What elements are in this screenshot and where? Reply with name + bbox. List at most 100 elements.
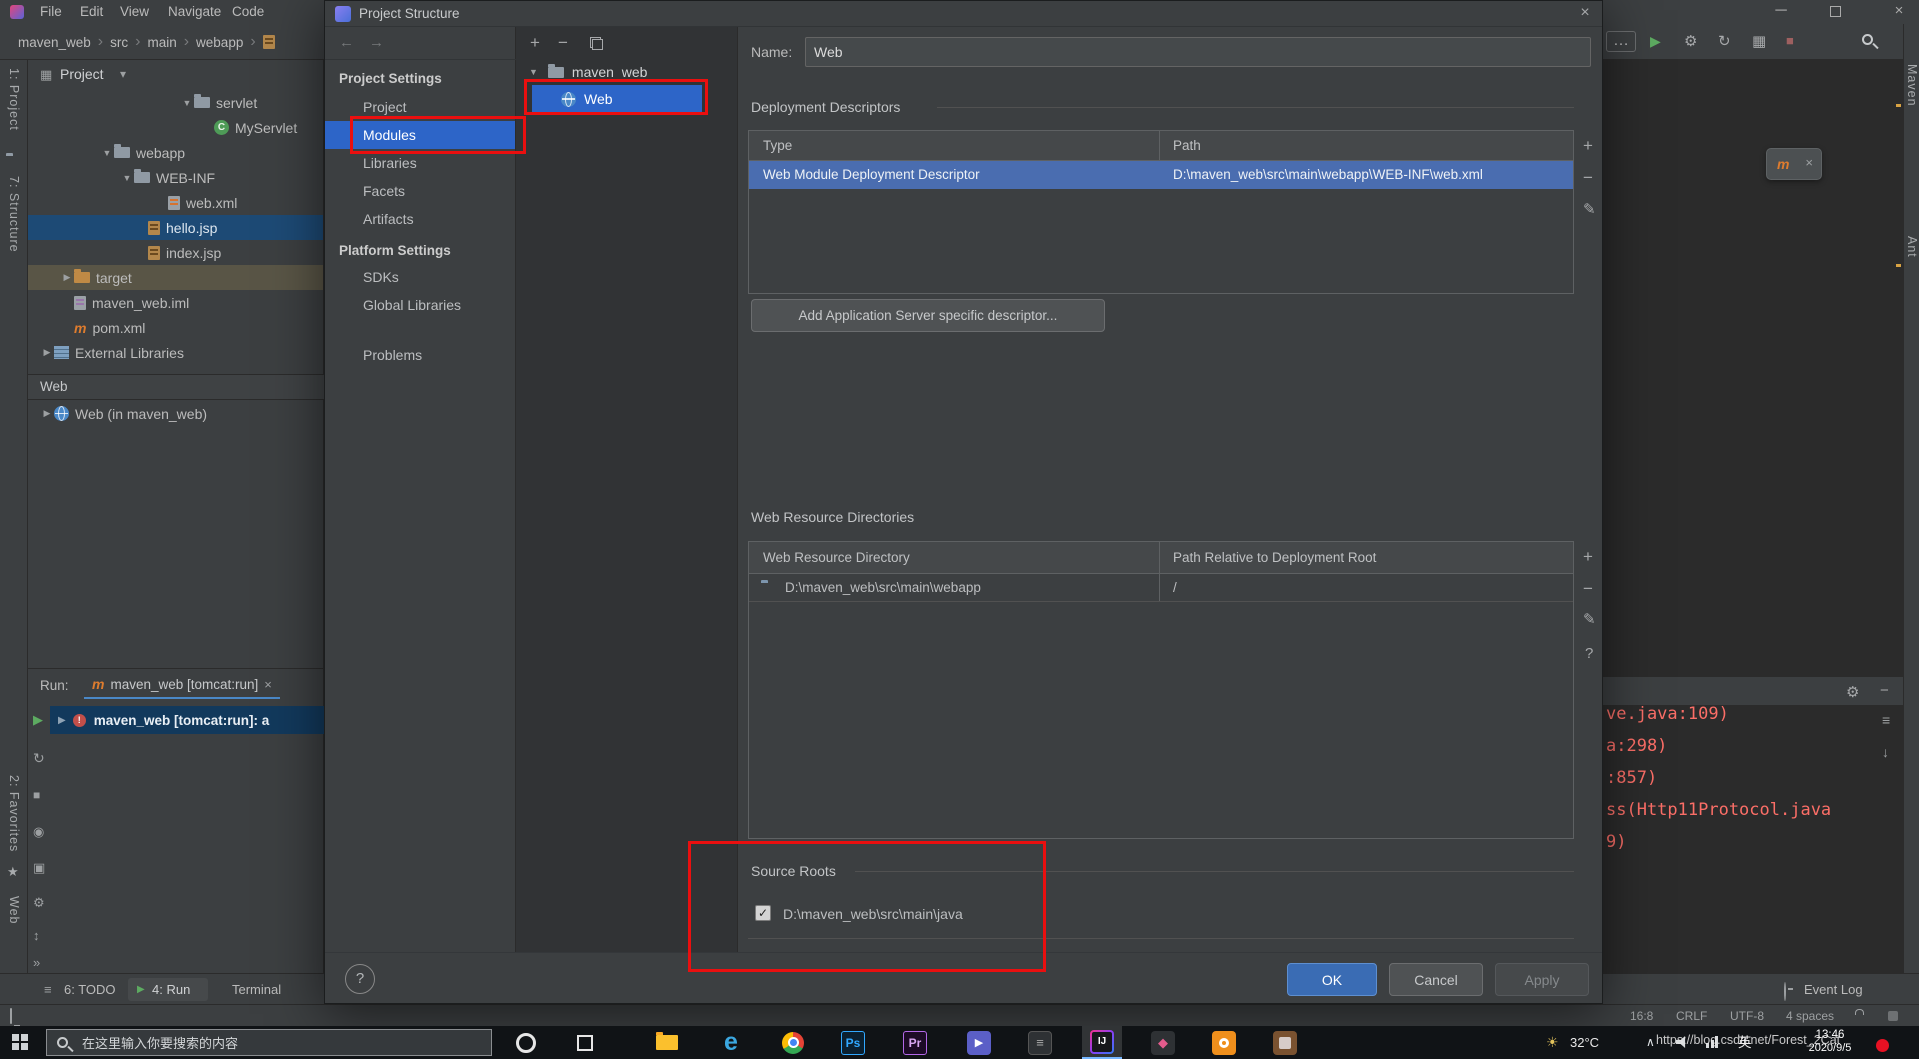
menu-edit[interactable]: Edit: [74, 0, 109, 24]
red-app-icon[interactable]: ◆: [1143, 1026, 1183, 1059]
add-app-server-descriptor-button[interactable]: Add Application Server specific descript…: [751, 299, 1105, 332]
menu-navigate[interactable]: Navigate: [162, 0, 227, 24]
taskbar-ring-app-icon[interactable]: [506, 1026, 546, 1059]
orange-app-icon[interactable]: [1204, 1026, 1244, 1059]
chevron-down-icon[interactable]: ▾: [120, 60, 126, 88]
apply-button-disabled[interactable]: Apply: [1495, 963, 1589, 996]
breadcrumb-item[interactable]: maven_web: [18, 35, 91, 50]
search-everywhere-icon[interactable]: [1862, 34, 1873, 45]
terminal-button[interactable]: Terminal: [232, 974, 281, 1005]
stop-icon[interactable]: ■: [33, 788, 40, 802]
sidebar-item-problems[interactable]: Problems: [325, 341, 515, 369]
stop-button[interactable]: ■: [1786, 33, 1794, 48]
more-icon[interactable]: »: [33, 955, 40, 970]
menu-code[interactable]: Code: [226, 0, 270, 24]
expander-icon[interactable]: ▼: [180, 98, 194, 108]
web-tree-row[interactable]: ▶ Web (in maven_web): [28, 401, 323, 426]
settings-icon[interactable]: ⚙: [33, 895, 45, 911]
debug-button[interactable]: ⚙: [1684, 32, 1697, 50]
premiere-icon[interactable]: Pr: [895, 1026, 935, 1059]
tray-chevron-up-icon[interactable]: ∧: [1646, 1026, 1655, 1059]
rerun-button[interactable]: ↻: [1718, 32, 1731, 50]
taskbar-search-input[interactable]: 在这里输入你要搜索的内容: [46, 1029, 492, 1056]
help-icon[interactable]: ?: [1585, 646, 1593, 661]
run-status-row[interactable]: ▶ ! maven_web [tomcat:run]: a: [50, 706, 324, 734]
expander-icon[interactable]: ▼: [120, 173, 134, 183]
maven-toolwindow-chip[interactable]: m ×: [1766, 148, 1822, 180]
forward-button[interactable]: →: [369, 27, 384, 59]
console-settings-icon[interactable]: ⚙: [1846, 683, 1859, 701]
window-minimize-button[interactable]: ─: [1764, 0, 1798, 24]
caret-position[interactable]: 16:8: [1630, 1005, 1653, 1027]
expander-icon[interactable]: ▶: [58, 715, 66, 726]
rerun-run-icon[interactable]: ▶: [33, 712, 43, 728]
coverage-button[interactable]: ▦: [1752, 32, 1766, 50]
stripe-project-button[interactable]: 1: Project: [7, 68, 21, 131]
eye-icon[interactable]: ◉: [33, 824, 44, 840]
media-player-icon[interactable]: ▶: [959, 1026, 999, 1059]
window-maximize-button[interactable]: [1830, 6, 1841, 17]
notification-badge[interactable]: [1876, 1039, 1889, 1052]
tree-row[interactable]: m pom.xml: [28, 315, 323, 340]
run-toolwindow-button[interactable]: 4: Run: [152, 974, 190, 1005]
todo-button[interactable]: 6: TODO: [64, 974, 116, 1005]
edit-descriptor-icon[interactable]: ✎: [1583, 202, 1596, 217]
column-header-relative-path[interactable]: Path Relative to Deployment Root: [1173, 542, 1376, 574]
stripe-maven-button[interactable]: Maven: [1905, 64, 1919, 107]
tree-row[interactable]: web.xml: [28, 190, 323, 215]
expander-icon[interactable]: ▶: [40, 347, 54, 358]
expander-icon[interactable]: ▶: [40, 408, 54, 419]
tree-row-selected[interactable]: hello.jsp: [28, 215, 323, 240]
stripe-web-button[interactable]: Web: [7, 896, 21, 924]
dark-app-icon[interactable]: ≡: [1020, 1026, 1060, 1059]
dialog-close-button[interactable]: ×: [1571, 1, 1599, 27]
remove-descriptor-icon[interactable]: −: [1583, 169, 1593, 186]
run-tab[interactable]: m maven_web [tomcat:run] ×: [84, 671, 280, 699]
window-close-button[interactable]: ×: [1884, 0, 1914, 24]
stripe-structure-button[interactable]: 7: Structure: [7, 176, 21, 253]
tree-row[interactable]: C MyServlet: [28, 115, 323, 140]
copy-module-button[interactable]: [590, 37, 603, 50]
name-input[interactable]: Web: [805, 37, 1591, 67]
breadcrumb-item[interactable]: webapp: [196, 35, 243, 50]
project-panel-header[interactable]: ▦ Project ▾: [28, 60, 324, 88]
edit-resource-icon[interactable]: ✎: [1583, 612, 1596, 627]
column-header-type[interactable]: Type: [763, 131, 792, 161]
web-toolwindow-header[interactable]: Web: [28, 374, 324, 400]
menu-view[interactable]: View: [114, 0, 155, 24]
event-log-button[interactable]: Event Log: [1804, 974, 1863, 1005]
add-resource-icon[interactable]: +: [1583, 548, 1593, 565]
sidebar-item-facets[interactable]: Facets: [325, 177, 515, 205]
cancel-button[interactable]: Cancel: [1389, 963, 1483, 996]
column-header-directory[interactable]: Web Resource Directory: [763, 542, 910, 574]
table-row-selected[interactable]: Web Module Deployment Descriptor D:\mave…: [749, 161, 1573, 189]
breadcrumb-item[interactable]: src: [110, 35, 128, 50]
expander-icon[interactable]: ▼: [100, 148, 114, 158]
ok-button[interactable]: OK: [1287, 963, 1377, 996]
sidebar-item-global-libraries[interactable]: Global Libraries: [325, 291, 515, 319]
edge-icon[interactable]: e: [711, 1026, 751, 1059]
tree-row[interactable]: ▼ servlet: [28, 90, 323, 115]
stripe-ant-button[interactable]: Ant: [1905, 236, 1919, 258]
brown-app-icon[interactable]: [1265, 1026, 1305, 1059]
back-button[interactable]: ←: [339, 27, 354, 59]
tree-row[interactable]: ▼ webapp: [28, 140, 323, 165]
intellij-icon-active[interactable]: IJ: [1082, 1026, 1122, 1059]
indicator-icon[interactable]: [1888, 1011, 1898, 1021]
tree-row[interactable]: maven_web.iml: [28, 290, 323, 315]
expander-icon[interactable]: ▶: [60, 272, 74, 283]
rerun-icon[interactable]: ↻: [33, 750, 45, 767]
monitor-icon[interactable]: [10, 1008, 12, 1024]
run-config-selector[interactable]: …: [1606, 31, 1636, 52]
tree-row[interactable]: index.jsp: [28, 240, 323, 265]
indent-indicator[interactable]: 4 spaces: [1786, 1005, 1834, 1027]
add-descriptor-icon[interactable]: +: [1583, 137, 1593, 154]
sidebar-item-artifacts[interactable]: Artifacts: [325, 205, 515, 233]
tree-row[interactable]: ▶ External Libraries: [28, 340, 323, 365]
table-row[interactable]: D:\maven_web\src\main\webapp /: [749, 574, 1573, 602]
weather-icon[interactable]: ☀: [1546, 1026, 1559, 1059]
dialog-help-button[interactable]: ?: [345, 964, 375, 994]
sidebar-item-sdks[interactable]: SDKs: [325, 263, 515, 291]
breadcrumb-item[interactable]: main: [147, 35, 176, 50]
remove-module-button[interactable]: −: [558, 34, 568, 51]
